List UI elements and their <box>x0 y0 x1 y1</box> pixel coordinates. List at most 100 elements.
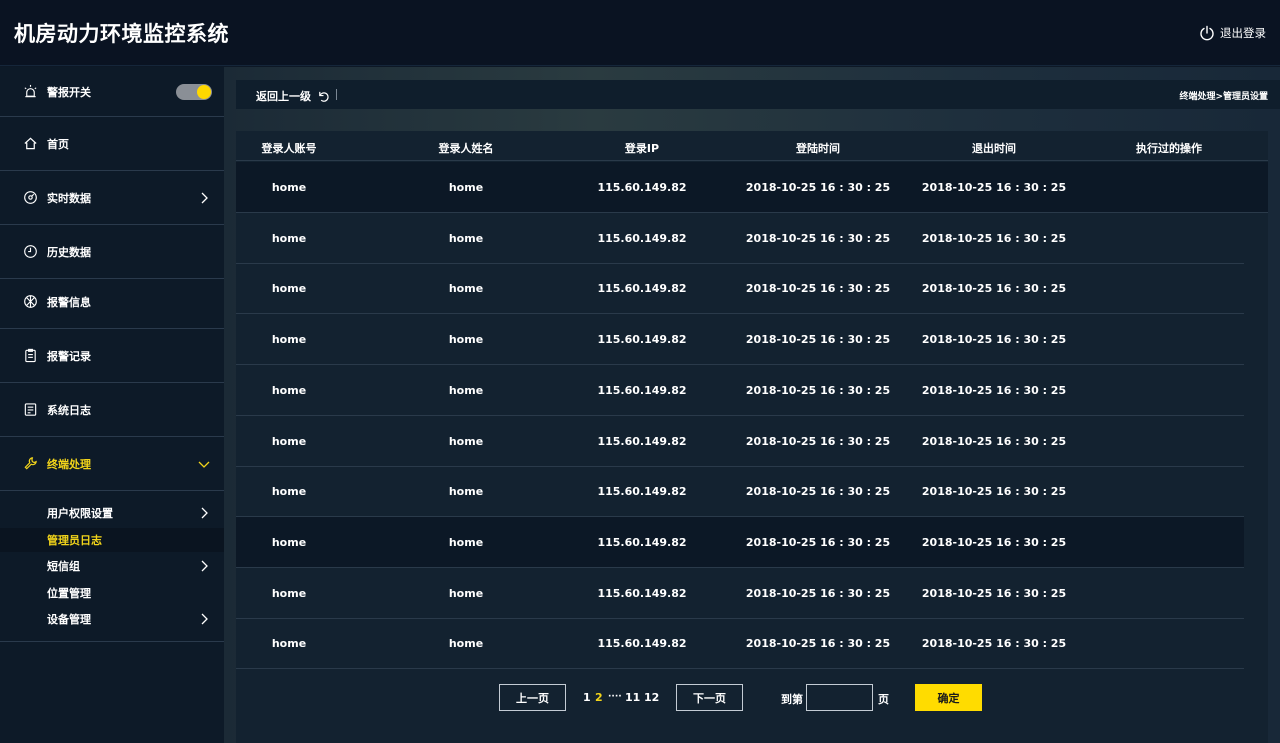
cell-logout-time: 2018-10-25 16 : 30 : 25 <box>921 282 1067 296</box>
cell-ip: 115.60.149.82 <box>597 181 687 194</box>
wrench-icon <box>22 456 38 472</box>
cell-login-time: 2018-10-25 16 : 30 : 25 <box>745 586 891 600</box>
header-account: 登录人账号 <box>261 142 317 155</box>
page-number-current[interactable]: 2 <box>595 691 603 704</box>
cell-ip: 115.60.149.82 <box>597 282 687 296</box>
cell-account: home <box>271 586 307 600</box>
chevron-right-icon <box>201 192 208 203</box>
alarm-toggle[interactable] <box>176 84 212 100</box>
sidebar-subitem-user-permissions[interactable]: 用户权限设置 <box>0 501 224 525</box>
cell-account: home <box>271 181 307 194</box>
table-row: home home 115.60.149.82 2018-10-25 16 : 30 … <box>236 516 1244 568</box>
cell-name: home <box>448 231 484 245</box>
header-name: 登录人姓名 <box>438 142 494 155</box>
header-login-time: 登陆时间 <box>796 142 840 155</box>
sidebar-item-label: 实时数据 <box>47 191 91 205</box>
sidebar-subitem-label: 用户权限设置 <box>47 507 113 520</box>
sidebar-item-system-log[interactable]: 系统日志 <box>0 383 224 437</box>
sidebar-item-history[interactable]: 历史数据 <box>0 225 224 279</box>
cell-account: home <box>271 434 307 448</box>
cell-login-time: 2018-10-25 16 : 30 : 25 <box>745 434 891 448</box>
prev-page-button[interactable]: 上一页 <box>499 684 566 711</box>
sidebar-subitem-label: 短信组 <box>47 560 80 573</box>
cell-logout-time: 2018-10-25 16 : 30 : 25 <box>921 181 1067 194</box>
sidebar-subitem-sms-group[interactable]: 短信组 <box>0 554 224 578</box>
page-number[interactable]: 1 <box>583 691 591 704</box>
cell-account: home <box>271 637 307 651</box>
alarm-info-icon <box>22 294 38 310</box>
table-row: home home 115.60.149.82 2018-10-25 16 : 30 … <box>236 213 1244 264</box>
chevron-right-icon <box>201 613 208 625</box>
sidebar-item-label: 报警记录 <box>47 349 91 363</box>
cell-name: home <box>448 333 484 347</box>
clipboard-icon <box>22 348 38 364</box>
sidebar-item-label: 首页 <box>47 137 69 151</box>
page-number[interactable]: 12 <box>644 691 659 704</box>
undo-icon <box>319 91 329 102</box>
cell-name: home <box>448 586 484 600</box>
sidebar-item-alarm-records[interactable]: 报警记录 <box>0 329 224 383</box>
chevron-right-icon <box>201 560 208 572</box>
cell-login-time: 2018-10-25 16 : 30 : 25 <box>745 333 891 347</box>
sidebar-subitem-label: 设备管理 <box>47 613 91 626</box>
admin-log-table: 登录人账号 登录人姓名 登录IP 登陆时间 退出时间 执行过的操作 home home 115… <box>236 131 1268 743</box>
page-number[interactable]: 11 <box>625 691 640 704</box>
table-row: home home 115.60.149.82 2018-10-25 16 : 30 … <box>236 416 1244 467</box>
table-row: home home 115.60.149.82 2018-10-25 16 : 30 … <box>236 568 1244 619</box>
goto-page-input[interactable] <box>806 684 873 711</box>
sidebar-item-label: 历史数据 <box>47 245 91 259</box>
cell-name: home <box>448 181 484 194</box>
sidebar-item-label: 终端处理 <box>47 457 91 471</box>
sidebar-item-terminal[interactable]: 终端处理 <box>0 437 224 491</box>
cell-ip: 115.60.149.82 <box>597 333 687 347</box>
cell-name: home <box>448 637 484 651</box>
cell-login-time: 2018-10-25 16 : 30 : 25 <box>745 535 891 549</box>
sidebar-subitem-label: 管理员日志 <box>47 534 102 547</box>
header-ip: 登录IP <box>624 142 660 155</box>
cell-login-time: 2018-10-25 16 : 30 : 25 <box>745 181 891 194</box>
cell-name: home <box>448 434 484 448</box>
table-row: home home 115.60.149.82 2018-10-25 16 : 30 … <box>236 162 1268 213</box>
header-logout-time: 退出时间 <box>972 142 1016 155</box>
alarm-light-icon <box>22 84 38 100</box>
alarm-switch-row: 警报开关 <box>0 67 224 117</box>
cell-ip: 115.60.149.82 <box>597 637 687 651</box>
cell-logout-time: 2018-10-25 16 : 30 : 25 <box>921 637 1067 651</box>
cell-account: home <box>271 231 307 245</box>
content-topbar: 返回上一级 终端处理>管理员设置 <box>236 80 1280 109</box>
main-content: 返回上一级 终端处理>管理员设置 登录人账号 登录人姓名 登录IP 登陆时间 退出时间 执… <box>224 67 1280 743</box>
app-title: 机房动力环境监控系统 <box>14 22 229 46</box>
sidebar-item-alarm-info[interactable]: 报警信息 <box>0 275 224 329</box>
confirm-button[interactable]: 确定 <box>915 684 982 711</box>
cell-name: home <box>448 383 484 397</box>
power-icon <box>1200 25 1214 41</box>
table-row: home home 115.60.149.82 2018-10-25 16 : 30 … <box>236 466 1244 518</box>
sidebar-subitem-device[interactable]: 设备管理 <box>0 607 224 631</box>
logout-button[interactable]: 退出登录 <box>1199 25 1266 41</box>
table-row: home home 115.60.149.82 2018-10-25 16 : 30 … <box>236 263 1244 315</box>
header-actions: 执行过的操作 <box>1136 142 1202 155</box>
cell-ip: 115.60.149.82 <box>597 434 687 448</box>
back-button[interactable]: 返回上一级 <box>256 88 330 104</box>
toggle-knob <box>197 85 211 99</box>
table-row: home home 115.60.149.82 2018-10-25 16 : 30 … <box>236 314 1244 366</box>
cell-ip: 115.60.149.82 <box>597 383 687 397</box>
sidebar-subitem-location[interactable]: 位置管理 <box>0 581 224 605</box>
cell-logout-time: 2018-10-25 16 : 30 : 25 <box>921 586 1067 600</box>
cell-ip: 115.60.149.82 <box>597 485 687 499</box>
table-header: 登录人账号 登录人姓名 登录IP 登陆时间 退出时间 执行过的操作 <box>236 131 1268 161</box>
sidebar-subitem-admin-log[interactable]: 管理员日志 <box>0 528 224 552</box>
sidebar-item-realtime[interactable]: 实时数据 <box>0 171 224 225</box>
cell-login-time: 2018-10-25 16 : 30 : 25 <box>745 383 891 397</box>
cell-account: home <box>271 485 307 499</box>
logout-label: 退出登录 <box>1220 26 1266 40</box>
dashboard-icon <box>22 190 38 206</box>
page-unit-label: 页 <box>878 693 889 706</box>
cell-logout-time: 2018-10-25 16 : 30 : 25 <box>921 333 1067 347</box>
cell-login-time: 2018-10-25 16 : 30 : 25 <box>745 485 891 499</box>
sidebar-item-home[interactable]: 首页 <box>0 117 224 171</box>
cell-account: home <box>271 333 307 347</box>
cell-name: home <box>448 282 484 296</box>
next-page-button[interactable]: 下一页 <box>676 684 743 711</box>
chevron-down-icon <box>198 461 210 468</box>
